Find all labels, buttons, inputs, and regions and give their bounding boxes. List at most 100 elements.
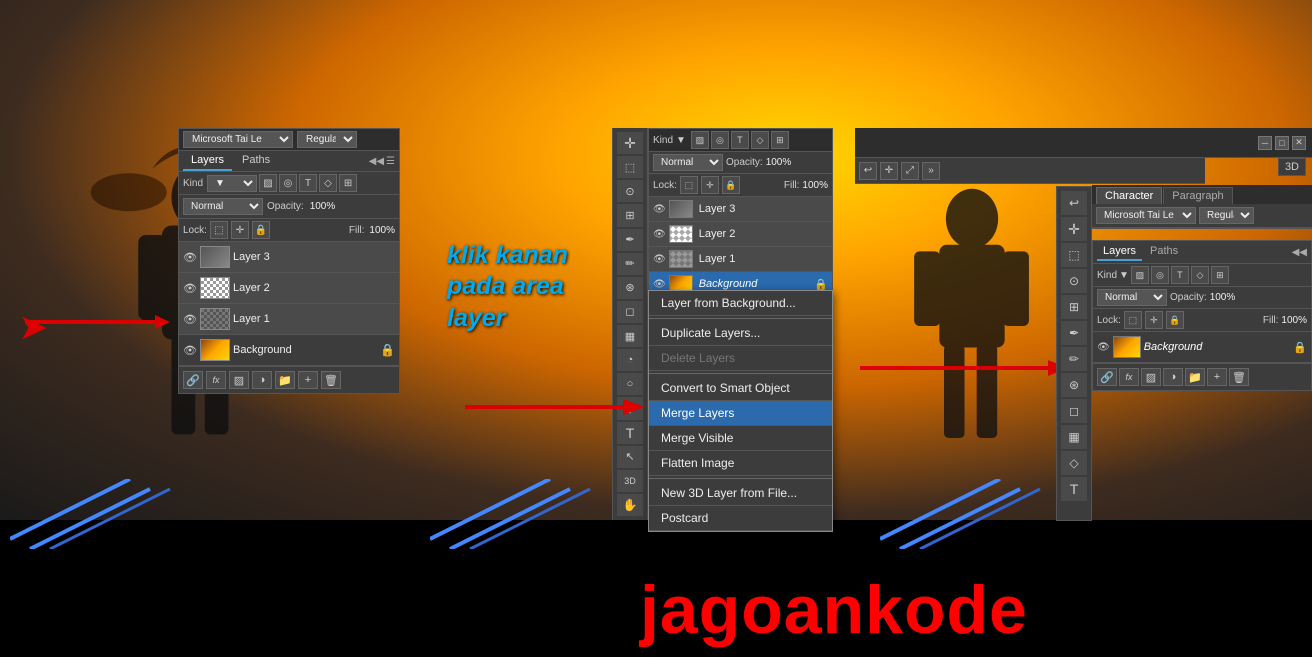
icon-adj-3[interactable]: ◎ (1151, 266, 1169, 284)
lp3-eye[interactable]: 👁 (1097, 342, 1110, 353)
win-close-btn[interactable]: ✕ (1292, 136, 1306, 150)
tab-layers-3[interactable]: Layers (1097, 243, 1142, 261)
lc-layer3[interactable]: 👁 Layer 3 (649, 197, 832, 222)
move-tool-icon[interactable]: ✛ (880, 162, 898, 180)
lc-eye-3[interactable]: 👁 (653, 204, 666, 215)
font-family-select[interactable]: Microsoft Tai Le (183, 131, 293, 148)
delete-layer-btn[interactable]: 🗑 (321, 371, 341, 389)
tab-paragraph[interactable]: Paragraph (1163, 187, 1232, 204)
ctx-postcard[interactable]: Postcard (649, 506, 832, 531)
tool-r-marquee[interactable]: ⬚ (1061, 243, 1087, 267)
arrange-icon[interactable]: ⤢ (901, 162, 919, 180)
icon-t-3[interactable]: T (1171, 266, 1189, 284)
lc-eye-bg[interactable]: 👁 (653, 279, 666, 290)
lp3-del-btn[interactable]: 🗑 (1229, 368, 1249, 386)
lc-eye-1[interactable]: 👁 (653, 254, 666, 265)
filter-adjust-icon[interactable]: ◎ (279, 174, 297, 192)
tool-gradient[interactable]: ▦ (617, 325, 643, 347)
lc-layer1[interactable]: 👁 Layer 1 (649, 247, 832, 272)
lc-layer2[interactable]: 👁 Layer 2 (649, 222, 832, 247)
tool-r-crop[interactable]: ⊞ (1061, 295, 1087, 319)
tool-r-gradient[interactable]: ▦ (1061, 425, 1087, 449)
ctx-smart[interactable]: Convert to Smart Object (649, 376, 832, 401)
tool-r-stamp[interactable]: ⊛ (1061, 373, 1087, 397)
new-layer-btn[interactable]: + (298, 371, 318, 389)
undo-icon[interactable]: ↩ (859, 162, 877, 180)
filter-shape-icon[interactable]: ◇ (319, 174, 337, 192)
lock-btn-2a[interactable]: ⬚ (680, 176, 698, 194)
tool-eraser[interactable]: ◻ (617, 301, 643, 323)
tool-r-shape[interactable]: ◇ (1061, 451, 1087, 475)
layer-item-3[interactable]: 👁 Layer 3 (179, 242, 399, 273)
blend-mode-select[interactable]: Normal (183, 198, 263, 215)
ctx-flatten[interactable]: Flatten Image (649, 451, 832, 476)
tool-r-type[interactable]: T (1061, 477, 1087, 501)
lp3-new-btn[interactable]: + (1207, 368, 1227, 386)
mask-btn[interactable]: ▨ (229, 371, 249, 389)
tool-3d[interactable]: 3D (617, 470, 643, 492)
ctx-delete[interactable]: Delete Layers (649, 346, 832, 371)
layer-1-visibility[interactable]: 👁 (183, 312, 197, 326)
filter-pixel-icon[interactable]: ▨ (259, 174, 277, 192)
fx-btn[interactable]: fx (206, 371, 226, 389)
lock-pixel-btn[interactable]: ⬚ (210, 221, 228, 239)
tool-move[interactable]: ✛ (617, 132, 643, 154)
blend-select-3[interactable]: Normal (1097, 289, 1167, 306)
tool-stamp[interactable]: ⊛ (617, 277, 643, 299)
icon-adjust-2[interactable]: ◎ (711, 131, 729, 149)
tool-r-eraser[interactable]: ◻ (1061, 399, 1087, 423)
lc-eye-2[interactable]: 👁 (653, 229, 666, 240)
panel-menu-icon[interactable]: ☰ (386, 156, 395, 167)
lock-3c[interactable]: 🔒 (1166, 311, 1184, 329)
icon-shape-2[interactable]: ◇ (751, 131, 769, 149)
lp3-link-btn[interactable]: 🔗 (1097, 368, 1117, 386)
ctx-merge-visible[interactable]: Merge Visible (649, 426, 832, 451)
panel3-collapse[interactable]: ◀◀ (1292, 247, 1307, 258)
char-style-select[interactable]: Regular (1199, 207, 1254, 224)
tool-brush[interactable]: ✏ (617, 253, 643, 275)
lp3-adj-btn[interactable]: ◑ (1163, 368, 1183, 386)
tool-eyedrop[interactable]: ✒ (617, 229, 643, 251)
layer-item-background[interactable]: 👁 Background 🔒 (179, 335, 399, 366)
font-style-select[interactable]: Regular (297, 131, 357, 148)
tool-lasso[interactable]: ⊙ (617, 180, 643, 202)
link-layers-btn[interactable]: 🔗 (183, 371, 203, 389)
tool-crop[interactable]: ⊞ (617, 204, 643, 226)
icon-sm-3[interactable]: ⊞ (1211, 266, 1229, 284)
lock-all-btn[interactable]: 🔒 (252, 221, 270, 239)
layer-item-2[interactable]: 👁 Layer 2 (179, 273, 399, 304)
group-btn[interactable]: 📁 (275, 371, 295, 389)
lock-btn-2b[interactable]: ✛ (701, 176, 719, 194)
lp3-grp-btn[interactable]: 📁 (1185, 368, 1205, 386)
more-icon[interactable]: » (922, 162, 940, 180)
blend-select-2[interactable]: Normal (653, 154, 723, 171)
win-restore-btn[interactable]: □ (1275, 136, 1289, 150)
icon-pix-3[interactable]: ▨ (1131, 266, 1149, 284)
tool-r-brush[interactable]: ✏ (1061, 347, 1087, 371)
ctx-layer-from-bg[interactable]: Layer from Background... (649, 291, 832, 316)
tool-r-move[interactable]: ✛ (1061, 217, 1087, 241)
tab-paths[interactable]: Paths (234, 151, 278, 171)
ctx-duplicate[interactable]: Duplicate Layers... (649, 321, 832, 346)
tool-blur[interactable]: ◔ (617, 349, 643, 371)
icon-pixel-2[interactable]: ▨ (691, 131, 709, 149)
lp3-fx-btn[interactable]: fx (1119, 368, 1139, 386)
win-minimize-btn[interactable]: ─ (1258, 136, 1272, 150)
tool-r-eye[interactable]: ✒ (1061, 321, 1087, 345)
tool-marquee[interactable]: ⬚ (617, 156, 643, 178)
panel-collapse-icon[interactable]: ◀◀ (369, 156, 384, 167)
layer-item-1[interactable]: 👁 Layer 1 (179, 304, 399, 335)
lock-3a[interactable]: ⬚ (1124, 311, 1142, 329)
lock-3b[interactable]: ✛ (1145, 311, 1163, 329)
icon-shp-3[interactable]: ◇ (1191, 266, 1209, 284)
tool-hand[interactable]: ✋ (617, 494, 643, 516)
tool-r-lasso[interactable]: ⊙ (1061, 269, 1087, 293)
icon-smart-2[interactable]: ⊞ (771, 131, 789, 149)
kind-select[interactable]: ▼ (207, 175, 257, 192)
background-visibility[interactable]: 👁 (183, 343, 197, 357)
ctx-new3d[interactable]: New 3D Layer from File... (649, 481, 832, 506)
ctx-merge[interactable]: Merge Layers (649, 401, 832, 426)
lp3-mask-btn[interactable]: ▨ (1141, 368, 1161, 386)
layer-2-visibility[interactable]: 👁 (183, 281, 197, 295)
filter-smart-icon[interactable]: ⊞ (339, 174, 357, 192)
